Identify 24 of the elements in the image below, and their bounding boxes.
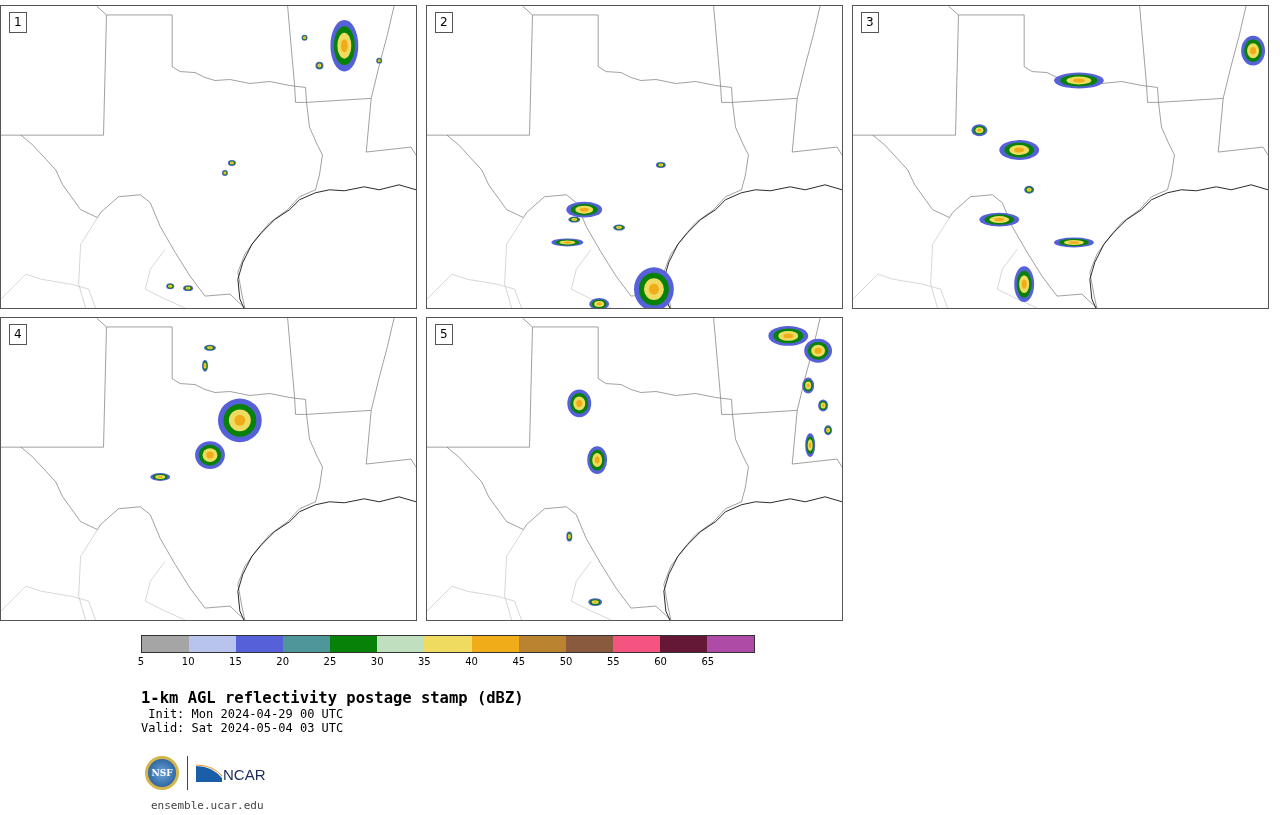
panel-number: 4: [9, 324, 27, 345]
tick-label: 5: [137, 656, 145, 667]
website-url: ensemble.ucar.edu: [151, 799, 265, 812]
tick-label: 40: [465, 656, 478, 667]
tick-label: 30: [370, 656, 384, 667]
tick-label: 35: [418, 656, 431, 667]
panel-number: 1: [9, 12, 27, 33]
ncar-logo: NCAR: [196, 764, 266, 782]
tick-label: 25: [323, 656, 337, 667]
panel-number: 2: [435, 12, 453, 33]
panel-number: 3: [861, 12, 879, 33]
tick-label: 45: [512, 656, 526, 667]
tick-label: 15: [229, 656, 242, 667]
nsf-logo: NSF: [145, 756, 179, 790]
valid-time: Valid: Sat 2024-05-04 03 UTC: [141, 721, 345, 735]
tick-label: 10: [181, 656, 195, 667]
tick-label: 60: [654, 656, 667, 667]
panel-number: 5: [435, 324, 453, 345]
chart-title: 1-km AGL reflectivity postage stamp (dBZ): [141, 689, 525, 707]
tick-label: 20: [276, 656, 290, 667]
tick-label: 65: [701, 656, 715, 667]
init-time: Init: Mon 2024-04-29 00 UTC: [147, 707, 345, 721]
tick-label: 55: [606, 656, 620, 667]
tick-label: 50: [559, 656, 573, 667]
